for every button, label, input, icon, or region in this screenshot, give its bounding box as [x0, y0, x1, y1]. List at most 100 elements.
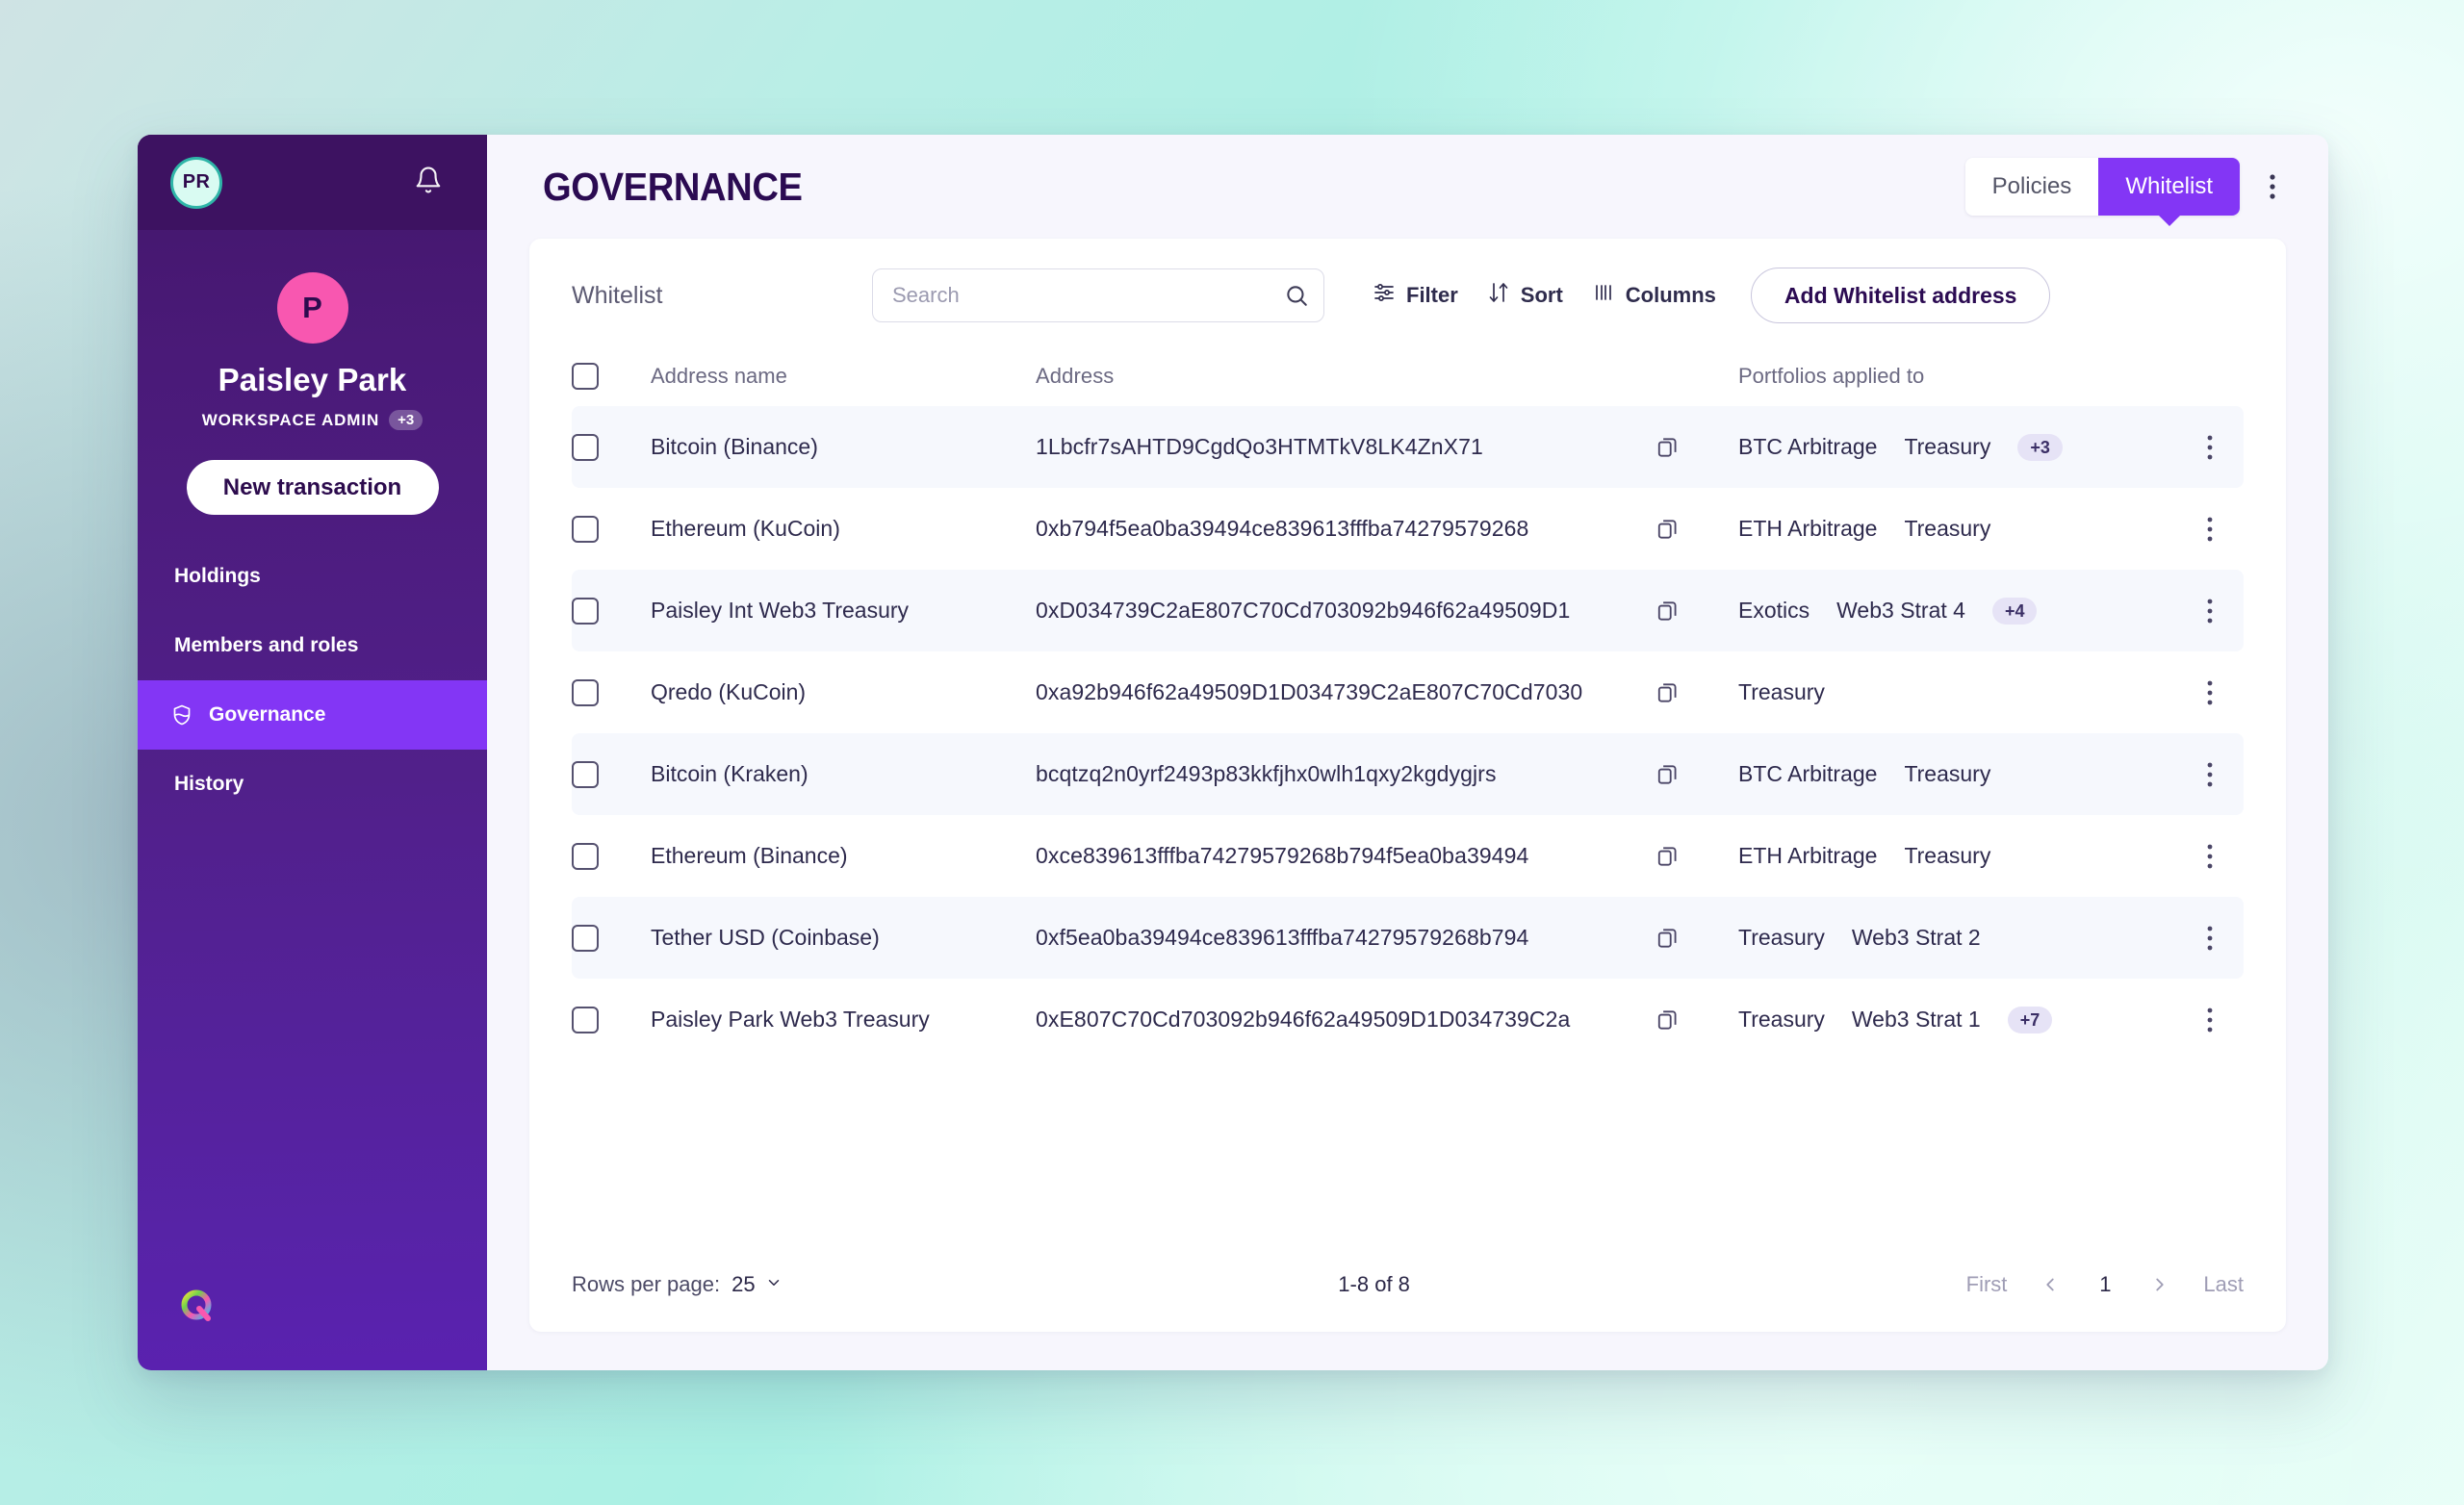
table-row[interactable]: Paisley Int Web3 Treasury 0xD034739C2aE80… — [572, 570, 2244, 651]
row-kebab-menu-icon[interactable] — [2200, 1001, 2220, 1039]
copy-icon[interactable] — [1652, 513, 1684, 546]
rows-per-page-value: 25 — [732, 1272, 756, 1296]
row-kebab-menu-icon[interactable] — [2200, 674, 2220, 712]
select-all-checkbox[interactable] — [572, 363, 599, 390]
first-page-button[interactable]: First — [1966, 1272, 2008, 1297]
row-kebab-menu-icon[interactable] — [2200, 510, 2220, 548]
row-checkbox[interactable] — [572, 924, 599, 952]
copy-icon[interactable] — [1652, 676, 1684, 709]
search-input[interactable] — [872, 268, 1324, 322]
cell-portfolios: ETH Arbitrage Treasury — [1738, 843, 2176, 869]
portfolio-more-badge[interactable]: +7 — [2007, 1006, 2053, 1033]
portfolio-tag: BTC Arbitrage — [1738, 434, 1878, 459]
row-checkbox[interactable] — [572, 1006, 599, 1033]
row-kebab-menu-icon[interactable] — [2200, 919, 2220, 957]
columns-label: Columns — [1625, 283, 1716, 307]
portfolio-more-badge[interactable]: +3 — [2017, 433, 2063, 461]
profile-role-more-badge[interactable]: +3 — [389, 410, 424, 430]
row-checkbox[interactable] — [572, 760, 599, 788]
filter-icon — [1373, 281, 1396, 310]
current-page-number[interactable]: 1 — [2093, 1272, 2117, 1297]
table-row[interactable]: Paisley Park Web3 Treasury 0xE807C70Cd703… — [572, 979, 2244, 1060]
copy-icon[interactable] — [1652, 1004, 1684, 1036]
sidebar-item-governance[interactable]: Governance — [138, 680, 487, 750]
add-whitelist-address-button[interactable]: Add Whitelist address — [1750, 268, 2051, 323]
column-header-address-name[interactable]: Address name — [651, 364, 1036, 389]
portfolio-tag: Web3 Strat 2 — [1851, 925, 1981, 950]
copy-icon[interactable] — [1652, 840, 1684, 873]
column-header-portfolios[interactable]: Portfolios applied to — [1738, 364, 2176, 389]
cell-copy — [1652, 676, 1738, 709]
cell-portfolios: Exotics Web3 Strat 4 +4 — [1738, 597, 2176, 625]
sidebar-nav: Holdings Members and roles Governance Hi… — [138, 542, 487, 819]
bell-icon[interactable] — [414, 165, 443, 200]
view-tabs: Policies Whitelist — [1964, 158, 2240, 216]
row-kebab-menu-icon[interactable] — [2200, 755, 2220, 794]
cell-address: 0xa92b946f62a49509D1D034739C2aE807C70Cd7… — [1036, 679, 1583, 704]
row-kebab-menu-icon[interactable] — [2200, 428, 2220, 467]
column-header-address[interactable]: Address — [1036, 364, 1652, 389]
avatar[interactable]: P — [276, 272, 348, 344]
sidebar: PR P Paisley Park WORKSPACE ADMIN +3 New… — [138, 135, 487, 1370]
previous-page-icon[interactable] — [2036, 1270, 2065, 1299]
portfolio-tag: Exotics — [1738, 598, 1810, 623]
next-page-icon[interactable] — [2145, 1270, 2174, 1299]
cell-address-name: Tether USD (Coinbase) — [651, 925, 880, 950]
row-checkbox[interactable] — [572, 678, 599, 706]
whitelist-table: Address name Address Portfolios applied … — [529, 346, 2286, 1249]
sidebar-item-history[interactable]: History — [138, 750, 487, 819]
table-row[interactable]: Tether USD (Coinbase) 0xf5ea0ba39494ce839… — [572, 897, 2244, 979]
copy-icon[interactable] — [1652, 595, 1684, 627]
cell-address-name: Bitcoin (Kraken) — [651, 761, 808, 786]
copy-icon[interactable] — [1652, 922, 1684, 955]
search-icon[interactable] — [1284, 283, 1309, 308]
sidebar-item-members-and-roles[interactable]: Members and roles — [138, 611, 487, 680]
row-kebab-menu-icon[interactable] — [2200, 592, 2220, 630]
row-kebab-menu-icon[interactable] — [2200, 837, 2220, 876]
sidebar-item-holdings[interactable]: Holdings — [138, 542, 487, 611]
cell-actions — [2176, 592, 2244, 630]
table-row[interactable]: Qredo (KuCoin) 0xa92b946f62a49509D1D03473… — [572, 651, 2244, 733]
portfolio-more-badge[interactable]: +4 — [1991, 597, 2038, 625]
new-transaction-button[interactable]: New transaction — [186, 460, 439, 515]
workspace-badge[interactable]: PR — [170, 156, 222, 209]
tab-policies[interactable]: Policies — [1964, 158, 2099, 216]
portfolio-tag: Treasury — [1904, 434, 1991, 459]
table-row[interactable]: Bitcoin (Binance) 1Lbcfr7sAHTD9CgdQo3HTMT… — [572, 406, 2244, 488]
tab-whitelist[interactable]: Whitelist — [2098, 158, 2240, 216]
rows-per-page-select[interactable]: 25 — [732, 1272, 782, 1297]
table-header-row: Address name Address Portfolios applied … — [572, 346, 2244, 406]
cell-actions — [2176, 919, 2244, 957]
row-select-cell — [572, 924, 651, 952]
table-row[interactable]: Ethereum (KuCoin) 0xb794f5ea0ba39494ce839… — [572, 488, 2244, 570]
cell-copy — [1652, 922, 1738, 955]
search-box — [872, 268, 1324, 322]
row-select-cell — [572, 597, 651, 625]
cell-portfolios: BTC Arbitrage Treasury — [1738, 761, 2176, 787]
columns-button[interactable]: Columns — [1592, 281, 1716, 310]
cell-address-name: Ethereum (KuCoin) — [651, 516, 840, 541]
cell-copy — [1652, 840, 1738, 873]
cell-portfolios: Treasury — [1738, 679, 2176, 705]
sidebar-item-label: Members and roles — [174, 634, 359, 656]
qredo-logo — [174, 1284, 222, 1332]
table-row[interactable]: Bitcoin (Kraken) bcqtzq2n0yrf2493p83kkfjh… — [572, 733, 2244, 815]
row-checkbox[interactable] — [572, 597, 599, 625]
sort-button[interactable]: Sort — [1487, 281, 1563, 310]
copy-icon[interactable] — [1652, 758, 1684, 791]
copy-icon[interactable] — [1652, 431, 1684, 464]
sidebar-item-label: Holdings — [174, 565, 261, 587]
table-row[interactable]: Ethereum (Binance) 0xce839613fffba7427957… — [572, 815, 2244, 897]
last-page-button[interactable]: Last — [2203, 1272, 2244, 1297]
row-checkbox[interactable] — [572, 433, 599, 461]
cell-copy — [1652, 758, 1738, 791]
kebab-menu-icon[interactable] — [2259, 165, 2286, 209]
row-checkbox[interactable] — [572, 515, 599, 543]
cell-portfolios: Treasury Web3 Strat 2 — [1738, 925, 2176, 951]
sort-label: Sort — [1520, 283, 1563, 307]
filter-button[interactable]: Filter — [1373, 281, 1458, 310]
rows-per-page-label: Rows per page: — [572, 1272, 721, 1296]
cell-actions — [2176, 674, 2244, 712]
row-checkbox[interactable] — [572, 842, 599, 870]
whitelist-card: Whitelist Search Filter Sort Columns Add… — [529, 239, 2286, 1332]
